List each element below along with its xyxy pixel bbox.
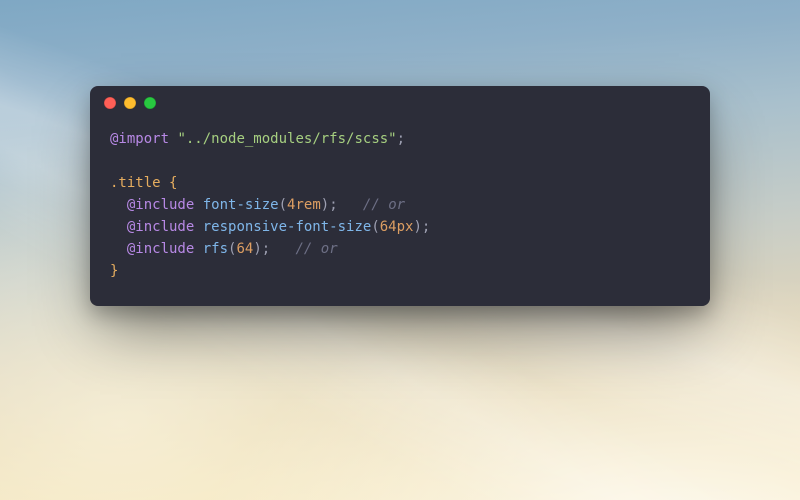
token-punct: ; (397, 131, 405, 147)
code-window: @import "../node_modules/rfs/scss"; .tit… (90, 86, 710, 306)
token-string: "../node_modules/rfs/scss" (177, 131, 396, 147)
token-keyword: @include (127, 197, 194, 213)
code-line (110, 150, 690, 172)
token-punct: ; (329, 197, 337, 213)
token-text (194, 241, 202, 257)
token-text (338, 197, 363, 213)
token-text (194, 197, 202, 213)
close-icon[interactable] (104, 97, 116, 109)
token-keyword: @import (110, 131, 169, 147)
token-punct: ( (279, 197, 287, 213)
code-line: .title { (110, 172, 690, 194)
minimize-icon[interactable] (124, 97, 136, 109)
token-comment: // or (296, 241, 338, 257)
token-text (270, 241, 295, 257)
code-line: } (110, 260, 690, 282)
token-number: 64 (236, 241, 253, 257)
token-func: rfs (203, 241, 228, 257)
token-text (194, 219, 202, 235)
window-titlebar (90, 86, 710, 120)
token-number: 64px (380, 219, 414, 235)
token-brace: { (169, 175, 177, 191)
code-line: @import "../node_modules/rfs/scss"; (110, 128, 690, 150)
token-text (161, 175, 169, 191)
token-punct: ) (413, 219, 421, 235)
token-number: 4rem (287, 197, 321, 213)
token-func: responsive-font-size (203, 219, 372, 235)
token-text (110, 241, 127, 257)
code-line: @include rfs(64); // or (110, 238, 690, 260)
token-punct: ( (371, 219, 379, 235)
token-punct: ) (321, 197, 329, 213)
token-text (110, 197, 127, 213)
token-punct: ; (422, 219, 430, 235)
token-punct: ) (253, 241, 261, 257)
token-text (110, 219, 127, 235)
token-comment: // or (363, 197, 405, 213)
token-punct: ; (262, 241, 270, 257)
code-editor: @import "../node_modules/rfs/scss"; .tit… (90, 120, 710, 306)
code-line: @include responsive-font-size(64px); (110, 216, 690, 238)
token-keyword: @include (127, 241, 194, 257)
zoom-icon[interactable] (144, 97, 156, 109)
code-line: @include font-size(4rem); // or (110, 194, 690, 216)
token-selector: .title (110, 175, 161, 191)
token-func: font-size (203, 197, 279, 213)
token-brace: } (110, 263, 118, 279)
token-keyword: @include (127, 219, 194, 235)
